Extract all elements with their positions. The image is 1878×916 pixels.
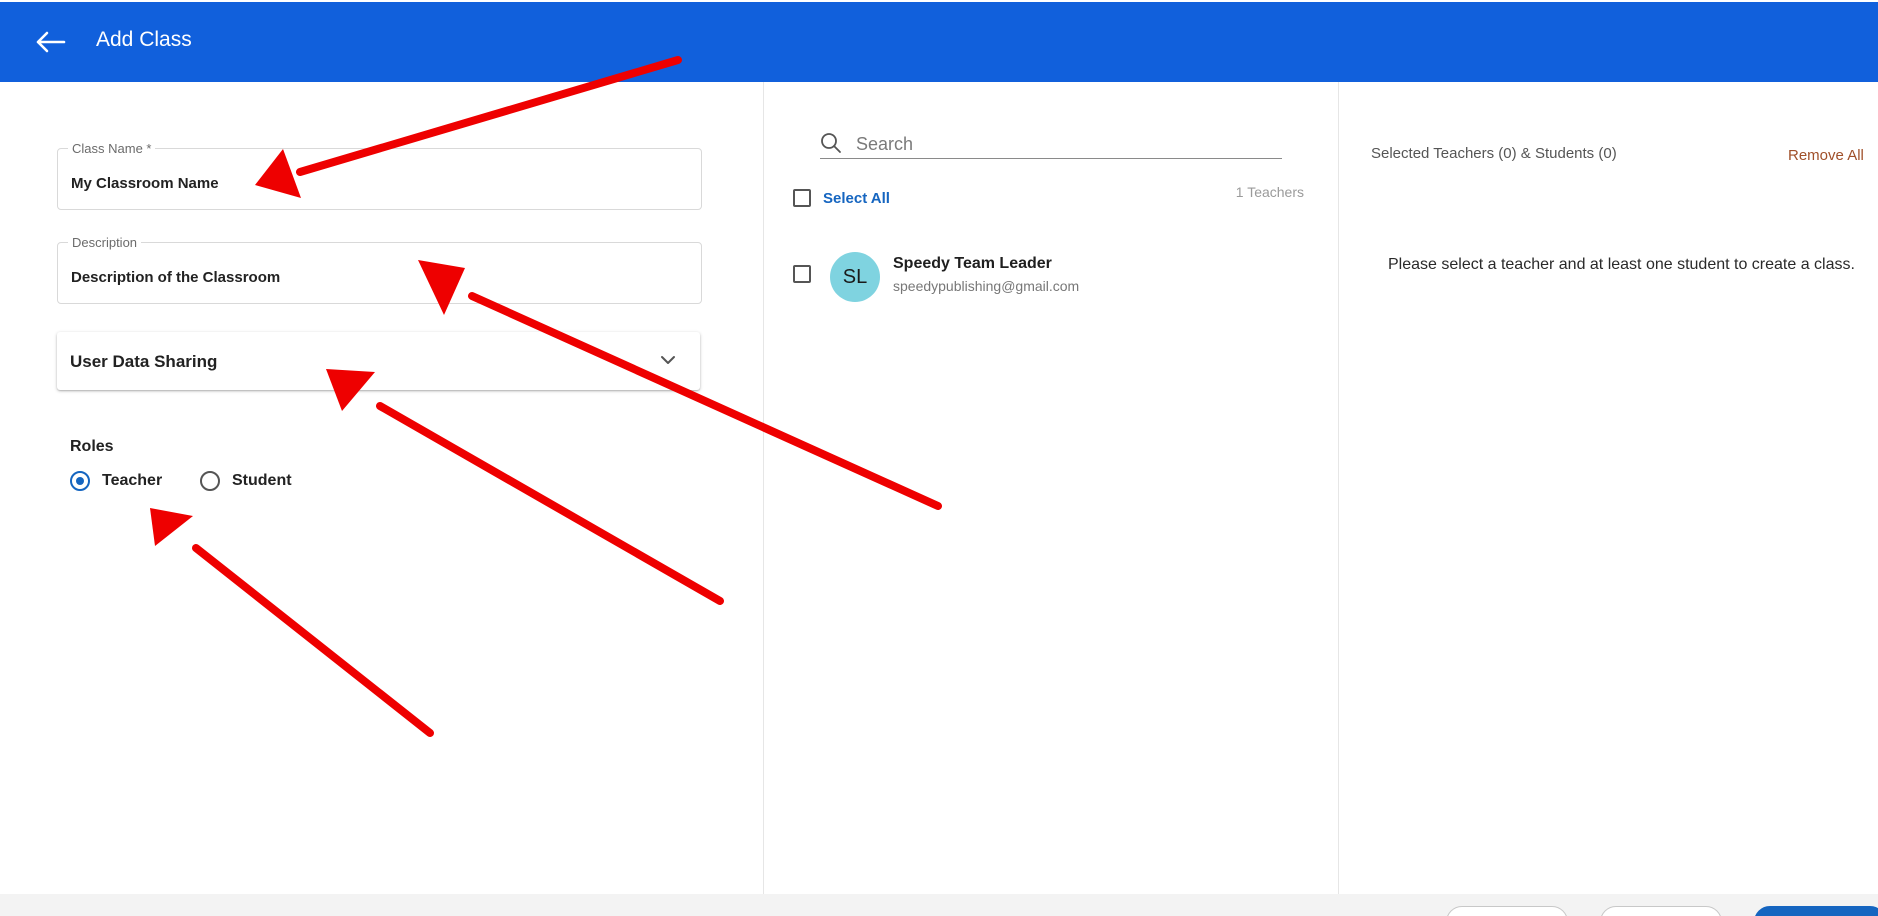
back-button[interactable] xyxy=(28,22,72,62)
student-radio-label: Student xyxy=(232,472,292,489)
column-divider xyxy=(763,82,764,894)
user-checkbox[interactable] xyxy=(793,265,811,283)
select-all-checkbox[interactable] xyxy=(793,189,811,207)
remove-all-button[interactable]: Remove All xyxy=(1788,147,1864,164)
footer-bar xyxy=(0,894,1878,916)
search-icon xyxy=(821,133,841,153)
add-class-page: Add Class Class Name * My Classroom Name… xyxy=(0,0,1878,916)
class-name-label: Class Name * xyxy=(68,141,156,156)
empty-selection-message: Please select a teacher and at least one… xyxy=(1388,256,1855,273)
class-name-field[interactable]: Class Name * My Classroom Name xyxy=(57,141,702,210)
user-data-sharing-title: User Data Sharing xyxy=(70,352,218,371)
chevron-down-icon xyxy=(661,356,675,364)
description-field[interactable]: Description Description of the Classroom xyxy=(57,235,702,304)
teacher-count: 1 Teachers xyxy=(1235,184,1304,200)
select-all-label[interactable]: Select All xyxy=(823,190,890,207)
select-all-row: Select All xyxy=(793,189,890,207)
annotation-arrow xyxy=(468,292,942,510)
class-name-value: My Classroom Name xyxy=(71,175,219,192)
annotation-arrowhead xyxy=(150,508,193,546)
role-option-teacher[interactable]: Teacher xyxy=(70,471,162,491)
avatar: SL xyxy=(830,252,880,302)
teacher-radio[interactable] xyxy=(70,471,90,491)
user-data-sharing-accordion[interactable]: User Data Sharing xyxy=(57,332,700,390)
description-value: Description of the Classroom xyxy=(71,269,281,286)
footer-primary-button[interactable] xyxy=(1754,906,1878,916)
annotation-arrow xyxy=(192,544,434,737)
annotation-arrow xyxy=(376,402,724,605)
selected-heading: Selected Teachers (0) & Students (0) xyxy=(1371,145,1617,162)
role-option-student[interactable]: Student xyxy=(200,471,292,491)
description-label: Description xyxy=(68,235,142,250)
roles-label: Roles xyxy=(70,438,114,455)
teacher-radio-label: Teacher xyxy=(102,472,163,489)
page-title: Add Class xyxy=(96,28,192,51)
student-radio[interactable] xyxy=(200,471,220,491)
column-divider xyxy=(1338,82,1339,894)
user-email: speedypublishing@gmail.com xyxy=(893,278,1080,294)
app-header: Add Class xyxy=(0,2,1878,82)
arrow-left-icon xyxy=(36,31,66,53)
search-input[interactable] xyxy=(854,132,1278,156)
user-name: Speedy Team Leader xyxy=(893,255,1052,272)
footer-button[interactable] xyxy=(1446,906,1568,916)
list-item[interactable]: SL Speedy Team Leader speedypublishing@g… xyxy=(793,252,1293,306)
footer-button[interactable] xyxy=(1600,906,1722,916)
search-box xyxy=(820,130,1282,159)
